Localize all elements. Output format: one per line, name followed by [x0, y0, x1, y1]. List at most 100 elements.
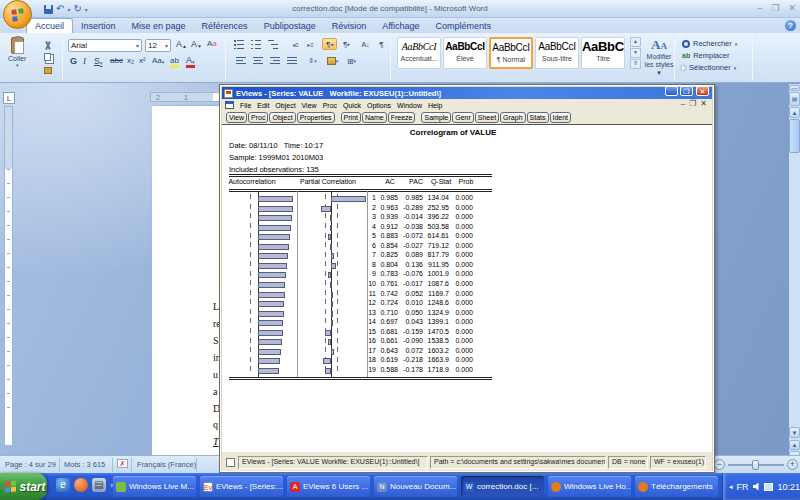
toolbar-view-button[interactable]: View [226, 112, 247, 123]
tray-chevron-icon[interactable]: ◂ [729, 483, 733, 491]
scrollbar-thumb[interactable] [789, 119, 800, 153]
superscript-button[interactable]: x² [139, 56, 146, 65]
menu-object[interactable]: Object [272, 102, 298, 109]
italic-button[interactable]: I [83, 56, 86, 66]
firefox-icon[interactable] [74, 478, 88, 492]
scroll-down-icon[interactable]: ▼ [789, 427, 800, 438]
tab-mise-en-page[interactable]: Mise en page [124, 18, 194, 33]
proofing-icon[interactable]: ✗ [117, 459, 128, 468]
tab-publipostage[interactable]: Publipostage [256, 18, 324, 33]
horizontal-ruler[interactable]: 21 [150, 92, 214, 102]
toolbar-sheet-button[interactable]: Sheet [475, 112, 499, 123]
taskbar-button-5[interactable]: Windows Live Ho... [548, 476, 631, 497]
bullets-button[interactable] [231, 38, 246, 50]
show-desktop-icon[interactable]: ▤ [92, 478, 106, 492]
eviews-maximize-button[interactable]: ❐ [680, 86, 693, 96]
word-minimize-button[interactable]: – [757, 3, 762, 13]
undo-icon[interactable]: ↶ [56, 4, 64, 14]
menu-window[interactable]: Window [394, 102, 425, 109]
increase-indent-button[interactable]: ▸≡ [303, 38, 318, 50]
mdi-restore-icon[interactable]: ❐ [689, 99, 696, 108]
toolbar-ident-button[interactable]: Ident [550, 112, 572, 123]
change-styles-button[interactable]: AA Modifier les styles ▾ [644, 37, 674, 77]
replace-button[interactable]: ab Remplacer [682, 51, 729, 60]
align-right-button[interactable] [267, 55, 282, 67]
bold-button[interactable]: G [70, 56, 77, 66]
style-item-3[interactable]: AaBbCcISous-titre [535, 37, 579, 69]
mdi-close-icon[interactable]: ✕ [700, 99, 707, 108]
zoom-in-icon[interactable]: + [787, 459, 798, 470]
underline-button[interactable]: S▾ [94, 56, 103, 66]
toolbar-proc-button[interactable]: Proc [248, 112, 268, 123]
page-indicator[interactable]: Page : 4 sur 29 [5, 460, 56, 469]
multilevel-list-button[interactable] [265, 38, 280, 50]
align-left-button[interactable] [233, 55, 248, 67]
style-item-4[interactable]: AaBbC(Titre [581, 37, 625, 69]
style-item-1[interactable]: AaBbCcIÉlevé [443, 37, 487, 69]
paste-button[interactable]: Coller ▾ [8, 37, 26, 68]
split-handle-icon[interactable]: — [789, 85, 800, 91]
menu-quick[interactable]: Quick [340, 102, 364, 109]
volume-icon[interactable] [753, 483, 761, 491]
line-spacing-button[interactable]: ⇕▾ [305, 55, 320, 67]
tab-r-f-rences[interactable]: Références [194, 18, 256, 33]
zoom-slider-thumb[interactable] [752, 460, 759, 470]
save-icon[interactable] [44, 5, 53, 14]
format-painter-button[interactable] [40, 64, 55, 76]
menu-proc[interactable]: Proc [320, 102, 340, 109]
toolbar-stats-button[interactable]: Stats [527, 112, 549, 123]
taskbar-button-6[interactable]: Téléchargements [635, 476, 718, 497]
network-icon[interactable] [764, 483, 773, 491]
language-badge[interactable]: FR [737, 482, 749, 492]
menu-view[interactable]: View [299, 102, 320, 109]
taskbar-button-2[interactable]: AEViews 6 Users ... [287, 476, 370, 497]
vertical-ruler[interactable] [4, 106, 13, 446]
style-item-0[interactable]: AaBbCcIAccentuat... [397, 37, 441, 69]
word-count[interactable]: Mots : 3 615 [64, 460, 105, 469]
start-button[interactable]: start [0, 473, 47, 500]
select-button[interactable]: Sélectionner▾ [682, 63, 736, 72]
toolbar-genr-button[interactable]: Genr [452, 112, 474, 123]
show-paragraph-marks-button[interactable]: ¶ [374, 38, 389, 50]
clear-formatting-button[interactable]: Aa [207, 39, 217, 48]
tab-r-vision[interactable]: Révision [324, 18, 375, 33]
ruler-toggle-icon[interactable]: ▤ [789, 92, 800, 106]
redo-icon[interactable]: ↻ [73, 4, 81, 14]
decrease-indent-button[interactable]: ◂≡ [288, 38, 303, 50]
find-button[interactable]: Rechercher▾ [682, 39, 737, 48]
font-name-combo[interactable]: Arial▾ [68, 39, 142, 52]
taskbar-button-1[interactable]: EvEViews - [Series:... [200, 476, 283, 497]
align-center-button[interactable] [250, 55, 265, 67]
eviews-titlebar[interactable]: EViews - [Series: VALUE Workfile: EXUSEU… [222, 87, 712, 99]
toolbar-properties-button[interactable]: Properties [297, 112, 335, 123]
menu-help[interactable]: Help [425, 102, 445, 109]
toolbar-name-button[interactable]: Name [362, 112, 387, 123]
mdi-child-icon[interactable] [225, 101, 234, 109]
change-case-button[interactable]: Aa▾ [152, 56, 164, 65]
subscript-button[interactable]: x₂ [127, 56, 134, 65]
zoom-out-icon[interactable]: − [714, 459, 725, 470]
style-scroll-down-icon[interactable]: ▼ [630, 48, 641, 58]
scroll-up-icon[interactable]: ▲ [789, 107, 800, 118]
sort-button[interactable]: A↓ [358, 38, 373, 50]
document-page[interactable] [152, 106, 222, 455]
eviews-close-button[interactable]: ✕ [696, 86, 709, 96]
numbering-button[interactable] [248, 38, 263, 50]
tab-insertion[interactable]: Insertion [73, 18, 124, 33]
menu-file[interactable]: File [237, 102, 254, 109]
font-color-button[interactable]: A▾ [186, 55, 195, 68]
word-close-button[interactable]: ✕ [788, 3, 796, 13]
shading-button[interactable]: ▾ [325, 55, 340, 67]
taskbar-button-0[interactable]: Windows Live M... [113, 476, 196, 497]
menu-options[interactable]: Options [364, 102, 394, 109]
font-size-combo[interactable]: 12▾ [145, 39, 171, 52]
style-scroll-up-icon[interactable]: ▲ [630, 37, 641, 47]
help-icon[interactable]: ? [785, 20, 796, 31]
mdi-minimize-icon[interactable]: – [681, 99, 685, 108]
word-vertical-scrollbar[interactable]: — ▤ ▲ ▼ ▲ • ▼ [789, 84, 800, 455]
shrink-font-button[interactable]: A▼ [191, 39, 202, 49]
toolbar-graph-button[interactable]: Graph [500, 112, 525, 123]
justify-button[interactable] [284, 55, 299, 67]
word-restore-button[interactable]: ❐ [771, 3, 779, 13]
toolbar-freeze-button[interactable]: Freeze [388, 112, 416, 123]
